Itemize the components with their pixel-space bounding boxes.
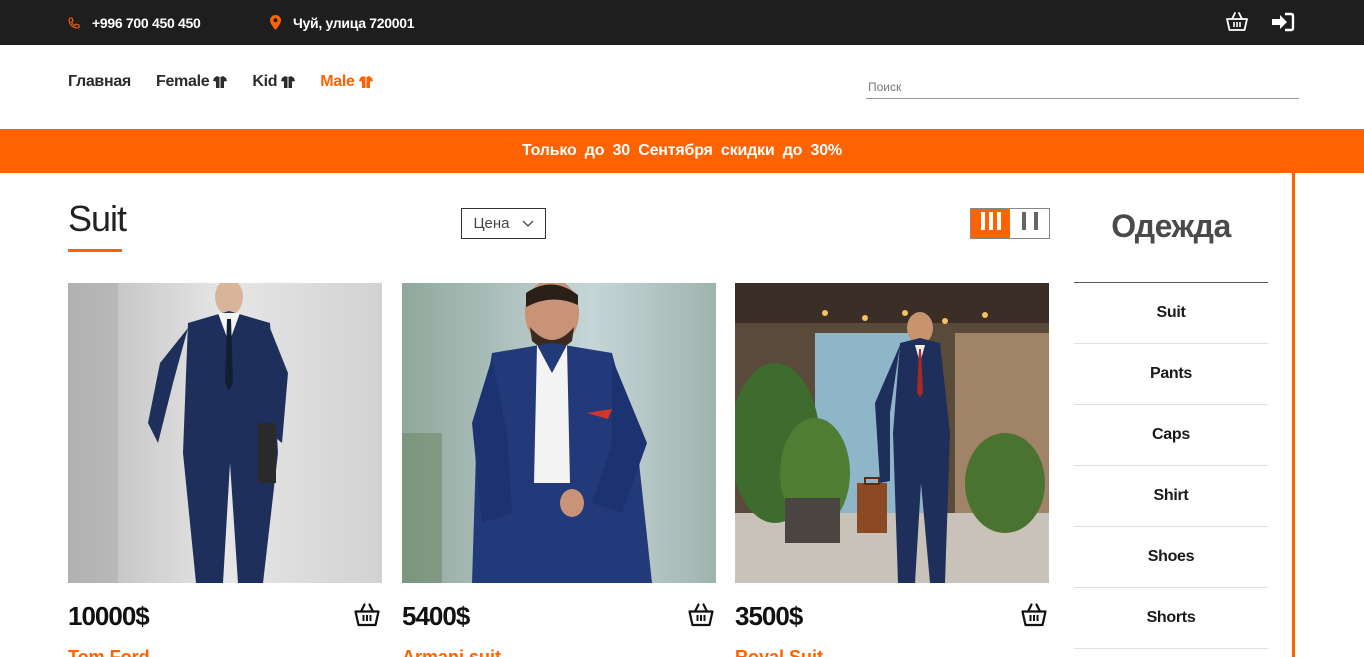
search-input[interactable] <box>866 75 1299 99</box>
three-column-view-button[interactable] <box>971 209 1010 238</box>
category-item-suit[interactable]: Suit <box>1074 283 1268 344</box>
category-item-shoes[interactable]: Shoes <box>1074 527 1268 588</box>
sidebar-title: Одежда <box>1111 208 1231 244</box>
map-pin-icon <box>270 15 281 30</box>
product-card[interactable]: 10000$ Tom Ford <box>68 283 382 657</box>
product-price: 5400$ <box>402 601 470 631</box>
product-name[interactable]: Royal Suit <box>735 647 823 657</box>
price-sort-dropdown[interactable]: Цена <box>461 208 546 239</box>
basket-icon[interactable] <box>1021 603 1047 627</box>
shirt-icon <box>213 76 228 88</box>
title-underline <box>68 249 122 252</box>
nav-item-label: Male <box>320 73 355 90</box>
sign-in-icon[interactable] <box>1271 12 1295 32</box>
nav-links: Главная Female Kid Male <box>68 73 398 91</box>
product-price: 10000$ <box>68 601 150 631</box>
category-list: Suit Pants Caps Shirt Shoes Shorts <box>1074 282 1268 649</box>
nav-item-home[interactable]: Главная <box>68 73 131 91</box>
product-card[interactable]: 3500$ Royal Suit <box>735 283 1049 657</box>
basket-icon[interactable] <box>688 603 714 627</box>
address-contact[interactable]: Чуй, улица 720001 <box>270 0 414 45</box>
category-item-pants[interactable]: Pants <box>1074 344 1268 405</box>
two-columns-icon <box>1021 211 1039 236</box>
sort-label: Цена <box>473 215 510 232</box>
phone-contact[interactable]: +996 700 450 450 <box>68 0 201 45</box>
nav-item-female[interactable]: Female <box>155 73 228 91</box>
three-columns-icon <box>980 211 1002 236</box>
basket-icon[interactable] <box>1226 12 1248 32</box>
product-image[interactable] <box>68 283 382 583</box>
top-bar: +996 700 450 450 Чуй, улица 720001 <box>0 0 1364 45</box>
nav-item-kid[interactable]: Kid <box>252 73 296 91</box>
promo-text: Только до 30 Сентября скидки до 30% <box>522 142 842 159</box>
promo-banner: Только до 30 Сентября скидки до 30% <box>0 129 1364 173</box>
page-title: Suit <box>68 198 127 239</box>
nav-item-label: Kid <box>252 73 278 90</box>
basket-icon[interactable] <box>354 603 380 627</box>
category-item-caps[interactable]: Caps <box>1074 405 1268 466</box>
product-name[interactable]: Armani suit <box>402 647 501 657</box>
product-price: 3500$ <box>735 601 803 631</box>
address-text: Чуй, улица 720001 <box>293 14 415 31</box>
shirt-icon <box>358 76 373 88</box>
main-nav: Главная Female Kid Male <box>0 45 1364 129</box>
shirt-icon <box>281 76 296 88</box>
product-name[interactable]: Tom Ford <box>68 647 150 657</box>
two-column-view-button[interactable] <box>1010 209 1049 238</box>
view-toggle <box>970 208 1050 239</box>
category-item-shorts[interactable]: Shorts <box>1074 588 1268 649</box>
nav-item-label: Female <box>155 73 210 90</box>
chevron-down-icon <box>522 220 534 228</box>
nav-item-male[interactable]: Male <box>320 73 373 91</box>
category-item-shirt[interactable]: Shirt <box>1074 466 1268 527</box>
sidebar-divider <box>1292 173 1295 657</box>
phone-number: +996 700 450 450 <box>92 14 201 31</box>
product-image[interactable] <box>402 283 716 583</box>
nav-item-label: Главная <box>68 73 131 90</box>
product-image[interactable] <box>735 283 1049 583</box>
product-card[interactable]: 5400$ Armani suit <box>402 283 716 657</box>
phone-icon <box>68 16 80 29</box>
